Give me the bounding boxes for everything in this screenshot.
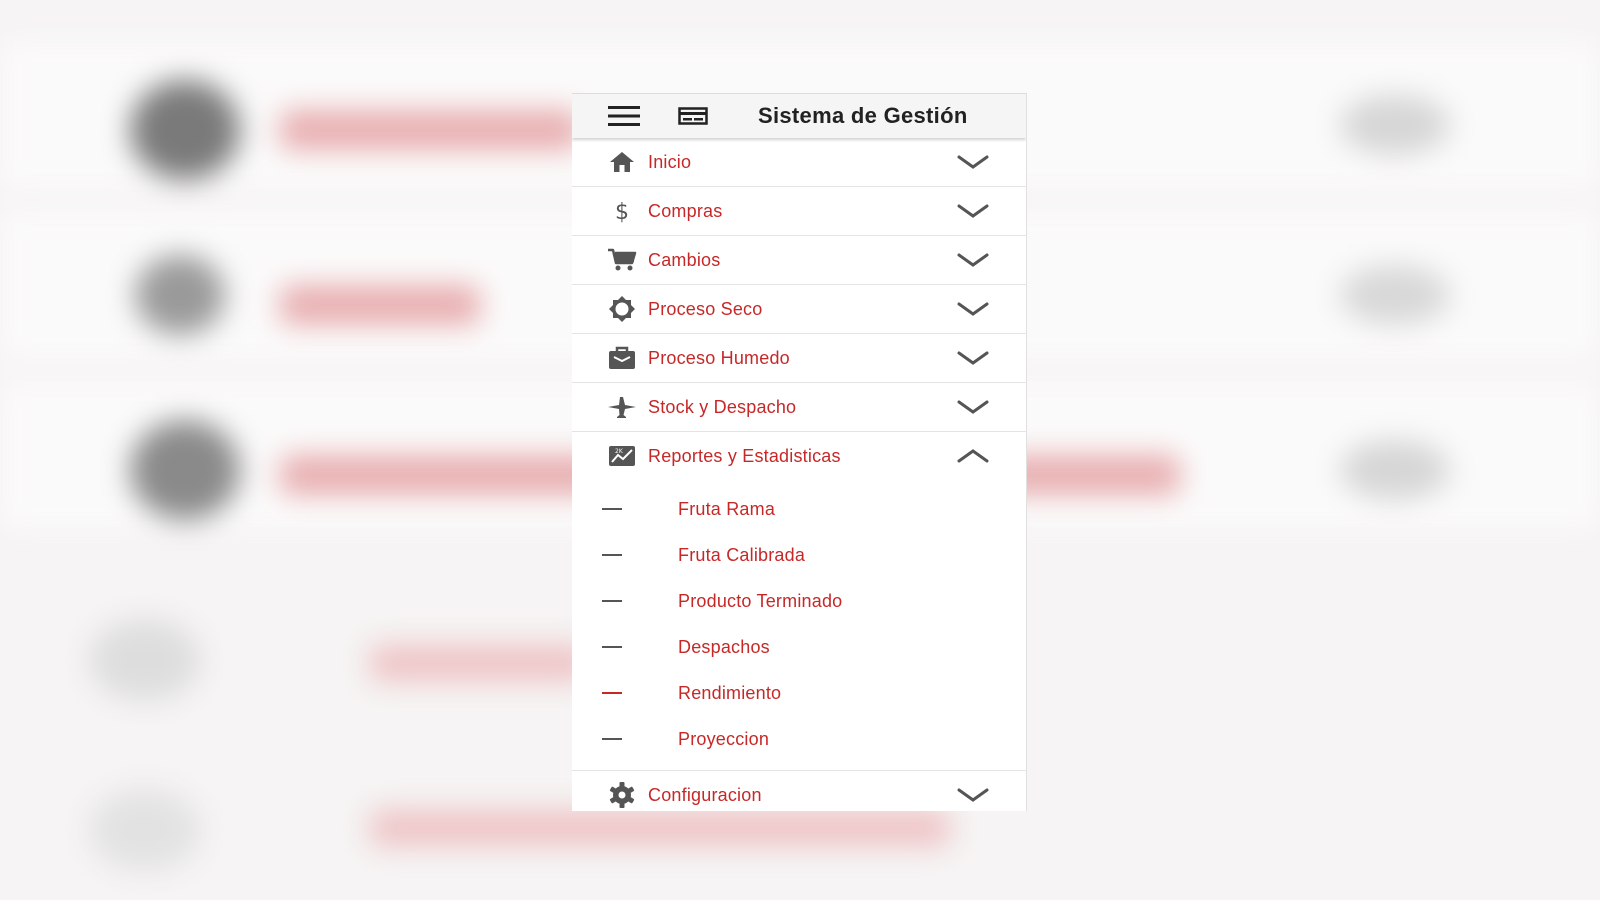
submenu-item-fruta-rama[interactable]: Fruta Rama xyxy=(572,486,1026,532)
menu-item-label: Proceso Humedo xyxy=(648,347,790,368)
app-bar: Sistema de Gestión xyxy=(572,93,1026,138)
submenu-item-rendimiento[interactable]: Rendimiento xyxy=(572,670,1026,716)
submenu-item-label: Producto Terminado xyxy=(678,590,843,611)
home-icon xyxy=(606,148,638,176)
card-icon xyxy=(678,107,708,125)
submenu-reportes: Fruta Rama Fruta Calibrada Producto Term… xyxy=(572,480,1026,771)
dollar-icon: $ xyxy=(606,197,638,225)
brightness-icon xyxy=(606,295,638,323)
menu-item-label: Inicio xyxy=(648,151,692,172)
menu-item-label: Compras xyxy=(648,200,723,221)
chevron-down-icon[interactable] xyxy=(956,348,990,368)
chevron-down-icon[interactable] xyxy=(956,201,990,221)
chevron-up-icon[interactable] xyxy=(956,446,990,466)
bag-icon xyxy=(606,344,638,372)
app-title: Sistema de Gestión xyxy=(758,103,968,128)
dash-marker xyxy=(602,554,622,556)
dash-marker xyxy=(602,646,622,648)
menu-item-compras[interactable]: $ Compras xyxy=(572,187,1026,236)
chevron-down-icon[interactable] xyxy=(956,397,990,417)
submenu-item-label: Rendimiento xyxy=(678,682,782,703)
menu-item-cambios[interactable]: Cambios xyxy=(572,236,1026,285)
active-dash-marker xyxy=(602,692,622,694)
menu-item-proceso-seco[interactable]: Proceso Seco xyxy=(572,285,1026,334)
hamburger-menu-button[interactable] xyxy=(606,104,642,128)
chevron-down-icon[interactable] xyxy=(956,785,990,805)
submenu-item-despachos[interactable]: Despachos xyxy=(572,624,1026,670)
submenu-item-label: Despachos xyxy=(678,636,770,657)
dash-marker xyxy=(602,600,622,602)
navigation-panel: Sistema de Gestión Inicio $ Compras Camb… xyxy=(572,93,1027,811)
submenu-container: Fruta Rama Fruta Calibrada Producto Term… xyxy=(572,480,1026,771)
menu-item-label: Configuracion xyxy=(648,784,762,805)
chevron-down-icon[interactable] xyxy=(956,299,990,319)
menu-item-stock-despacho[interactable]: Stock y Despacho xyxy=(572,383,1026,432)
chevron-down-icon[interactable] xyxy=(956,152,990,172)
side-menu: Inicio $ Compras Cambios Proceso Seco Pr… xyxy=(572,138,1026,811)
menu-item-label: Proceso Seco xyxy=(648,298,763,319)
hamburger-icon xyxy=(608,106,640,126)
submenu-item-label: Fruta Rama xyxy=(678,498,776,519)
chevron-down-icon[interactable] xyxy=(956,250,990,270)
menu-item-proceso-humedo[interactable]: Proceso Humedo xyxy=(572,334,1026,383)
submenu-item-label: Fruta Calibrada xyxy=(678,544,806,565)
submenu-item-producto-terminado[interactable]: Producto Terminado xyxy=(572,578,1026,624)
menu-item-label: Reportes y Estadisticas xyxy=(648,445,841,466)
menu-item-reportes-estadisticas[interactable]: 2K Reportes y Estadisticas xyxy=(572,432,1026,480)
submenu-item-label: Proyeccion xyxy=(678,728,770,749)
svg-text:$: $ xyxy=(615,200,629,224)
menu-item-inicio[interactable]: Inicio xyxy=(572,138,1026,187)
submenu-item-proyeccion[interactable]: Proyeccion xyxy=(572,716,1026,762)
chart-icon: 2K xyxy=(606,442,638,470)
airplane-icon xyxy=(606,393,638,421)
dash-marker xyxy=(602,508,622,510)
submenu-item-fruta-calibrada[interactable]: Fruta Calibrada xyxy=(572,532,1026,578)
cart-icon xyxy=(606,246,638,274)
card-view-button[interactable] xyxy=(676,104,710,128)
menu-item-label: Stock y Despacho xyxy=(648,396,797,417)
gear-icon xyxy=(606,781,638,809)
menu-item-configuracion[interactable]: Configuracion xyxy=(572,771,1026,811)
svg-text:2K: 2K xyxy=(615,448,624,455)
dash-marker xyxy=(602,738,622,740)
menu-item-label: Cambios xyxy=(648,249,721,270)
